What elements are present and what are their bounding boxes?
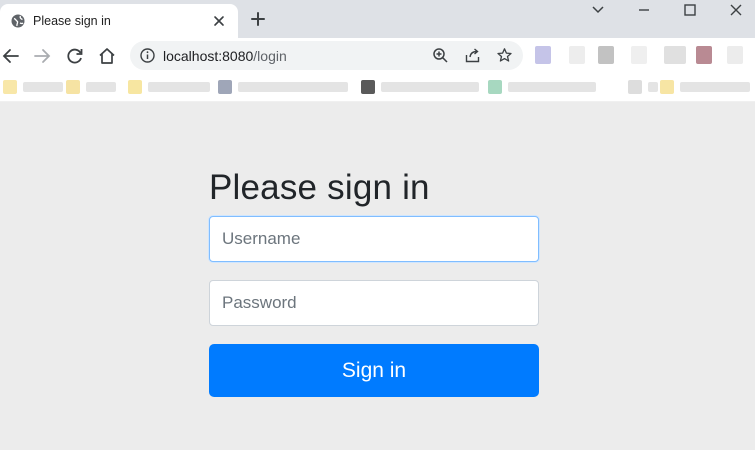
profile-avatar[interactable]: [696, 46, 712, 64]
username-input[interactable]: [209, 216, 539, 262]
extension-icon[interactable]: [631, 46, 647, 64]
browser-tab[interactable]: Please sign in: [0, 4, 238, 38]
bookmarks-bar: [0, 73, 755, 102]
browser-toolbar: localhost:8080/login: [0, 38, 755, 73]
sign-in-button[interactable]: Sign in: [209, 344, 539, 397]
maximize-icon[interactable]: [681, 2, 699, 18]
bookmark-item[interactable]: [128, 78, 210, 96]
bookmark-item[interactable]: [3, 78, 63, 96]
bookmark-item[interactable]: [488, 78, 596, 96]
close-window-icon[interactable]: [727, 2, 745, 18]
zoom-icon[interactable]: [432, 47, 449, 64]
login-page: Please sign in Sign in: [0, 102, 755, 450]
back-icon[interactable]: [1, 46, 21, 66]
extension-icon[interactable]: [727, 46, 743, 64]
bookmark-item[interactable]: [361, 78, 479, 96]
url-host: localhost:8080: [163, 48, 254, 64]
page-title: Please sign in: [209, 168, 430, 207]
address-url[interactable]: localhost:8080/login: [163, 48, 287, 64]
info-icon[interactable]: [139, 47, 156, 64]
bookmark-item[interactable]: [628, 78, 658, 96]
chevron-down-icon[interactable]: [589, 2, 607, 18]
url-path: /login: [253, 48, 287, 64]
tab-strip: Please sign in: [0, 0, 755, 38]
close-icon[interactable]: [211, 13, 227, 29]
star-icon[interactable]: [496, 47, 513, 64]
extension-icon[interactable]: [664, 46, 686, 64]
bookmark-item[interactable]: [218, 78, 348, 96]
bookmark-item[interactable]: [660, 78, 750, 96]
minimize-icon[interactable]: [635, 2, 653, 18]
plus-icon[interactable]: [249, 10, 267, 28]
reload-icon[interactable]: [65, 46, 85, 66]
bookmark-item[interactable]: [66, 78, 116, 96]
globe-icon: [11, 14, 25, 28]
address-bar[interactable]: localhost:8080/login: [130, 41, 523, 70]
share-icon[interactable]: [464, 47, 481, 64]
extension-icon[interactable]: [569, 46, 585, 64]
password-input[interactable]: [209, 280, 539, 326]
extension-icon[interactable]: [598, 46, 614, 64]
forward-icon[interactable]: [32, 46, 52, 66]
extension-icon[interactable]: [535, 46, 551, 64]
home-icon[interactable]: [97, 46, 117, 66]
tab-title: Please sign in: [33, 14, 111, 28]
